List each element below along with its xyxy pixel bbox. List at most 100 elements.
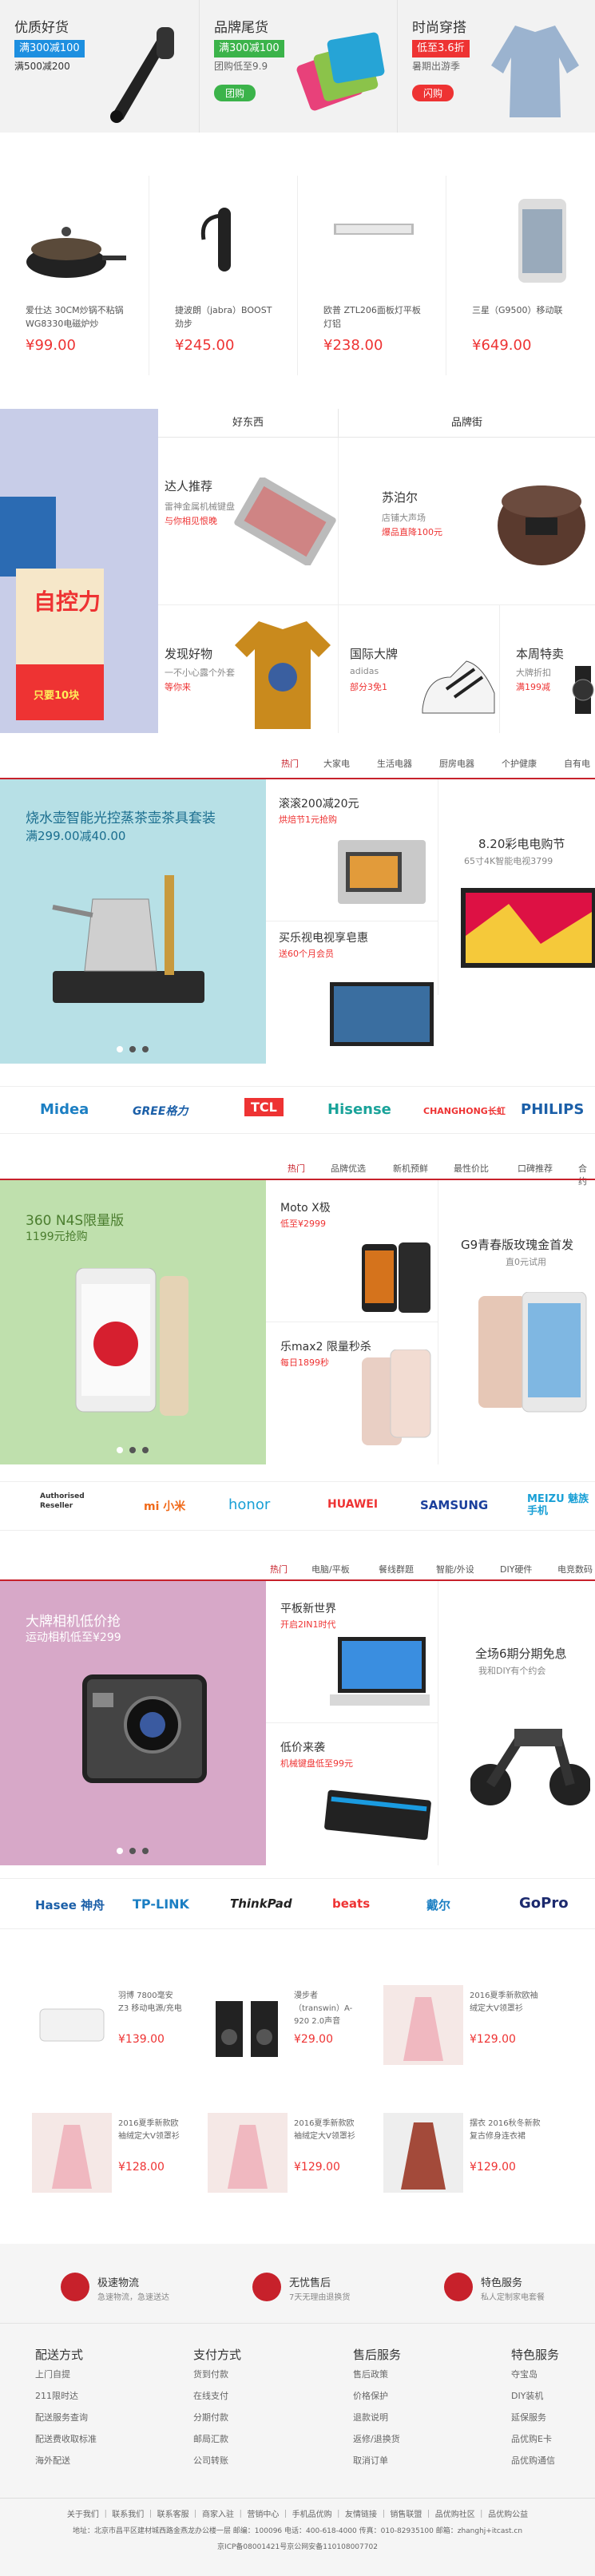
footer-link[interactable]: 价格保护	[353, 2385, 400, 2407]
tab[interactable]: 智能/外设	[436, 1563, 474, 1575]
tile-oven[interactable]: 滚滚200减20元 烘焙节1元抢购	[266, 779, 438, 921]
carousel-dots[interactable]	[117, 1447, 152, 1453]
grid-item[interactable]: 漫步者（transwin）A-920 2.0声音 ¥29.00	[208, 1985, 367, 2065]
carousel-dots[interactable]	[117, 1848, 152, 1854]
grid-item[interactable]: 2016夏季新款欧袖绒定大V领罩衫 ¥129.00	[383, 1985, 559, 2065]
brand-logo[interactable]: GoPro	[519, 1895, 569, 1912]
footer-col-heading: 特色服务	[511, 2348, 560, 2362]
footer-link[interactable]: 邮局汇款	[193, 2428, 228, 2450]
tile-intl-brand[interactable]: 国际大牌 adidas 部分3免1	[338, 605, 499, 733]
footer-link[interactable]: 取消订单	[353, 2450, 400, 2471]
footer-link[interactable]: DIY装机	[511, 2385, 555, 2407]
brand-logo[interactable]: honor	[228, 1496, 270, 1513]
promo-card-fashion[interactable]: 时尚穿搭 低至3.6折 暑期出游季 闪购	[398, 0, 595, 133]
tab[interactable]: 口碑推荐	[518, 1162, 553, 1175]
product-card[interactable]: 捷波朗（jabra）BOOST劲步 ¥245.00	[149, 176, 297, 375]
footer-link[interactable]: 夺宝岛	[511, 2364, 555, 2385]
tab[interactable]: 新机预鲜	[393, 1162, 428, 1175]
footer-link[interactable]: 货到付款	[193, 2364, 228, 2385]
product-name[interactable]: 捷波朗（jabra）BOOST劲步	[175, 303, 279, 331]
footer-link[interactable]: 211限时达	[35, 2385, 97, 2407]
tab[interactable]: 自有电	[564, 757, 590, 770]
tab[interactable]: 厨房电器	[439, 757, 474, 770]
brand-logo[interactable]: HUAWEI	[327, 1498, 378, 1511]
tab[interactable]: 最性价比	[454, 1162, 489, 1175]
product-name[interactable]: 欧普 ZTL206面板灯平板灯铝	[323, 303, 427, 331]
footer-links[interactable]: 关于我们 ｜ 联系我们 ｜ 联系客服 ｜ 商家入驻 ｜ 营销中心 ｜ 手机品优购…	[0, 2507, 595, 2519]
footer-link[interactable]: 分期付款	[193, 2407, 228, 2428]
grid-item[interactable]: 2016夏季新款欧袖绒定大V领罩衫 ¥128.00	[32, 2113, 192, 2193]
footer-link[interactable]: 返修/退换货	[353, 2428, 400, 2450]
brand-logo[interactable]: SAMSUNG	[420, 1498, 488, 1512]
tab[interactable]: 电脑/平板	[311, 1563, 350, 1575]
footer-link[interactable]: 在线支付	[193, 2385, 228, 2407]
grid-item[interactable]: 羽博 7800毫安 Z3 移动电源/充电 ¥139.00	[32, 1985, 192, 2065]
footer-link[interactable]: 上门自提	[35, 2364, 97, 2385]
tab[interactable]: DIY硬件	[500, 1563, 532, 1575]
brand-logo[interactable]: beats	[332, 1896, 370, 1911]
footer-link[interactable]: 品优购E卡	[511, 2428, 555, 2450]
tab-hot[interactable]: 热门	[270, 1563, 288, 1575]
brand-logo[interactable]: mi 小米	[144, 1498, 185, 1514]
carousel-dots[interactable]	[117, 1046, 152, 1052]
product-name[interactable]: 爱仕达 30CM炒锅不粘锅WG8330电磁炉炒	[26, 303, 129, 331]
phone-banner[interactable]: 360 N4S限量版 1199元抢购	[0, 1180, 266, 1464]
grid-item[interactable]: 摆衣 2016秋冬新款复古修身连衣裙 ¥129.00	[383, 2113, 559, 2193]
brand-logo[interactable]: CHANGHONG长虹	[423, 1104, 506, 1117]
tile-tablet[interactable]: 平板新世界 开启2IN1时代	[266, 1581, 438, 1723]
brand-logo[interactable]: TP-LINK	[133, 1896, 189, 1912]
brand-logo[interactable]: 戴尔	[426, 1896, 450, 1913]
product-card[interactable]: 欧普 ZTL206面板灯平板灯铝 ¥238.00	[297, 176, 446, 375]
tab[interactable]: 大家电	[323, 757, 350, 770]
tab[interactable]: 电竞数码	[557, 1563, 593, 1575]
footer-link[interactable]: 公司转账	[193, 2450, 228, 2471]
footer-link[interactable]: 售后政策	[353, 2364, 400, 2385]
brand-logo[interactable]: MEIZU 魅族手机	[527, 1493, 591, 1517]
tile-expert[interactable]: 达人推荐 雷神金属机械键盘 与你相见恨晚	[158, 438, 338, 605]
brand-logo[interactable]: TCL	[244, 1098, 284, 1116]
tile-g9[interactable]: G9青春版玫瑰金首发 直0元试用	[438, 1180, 595, 1464]
footer-link[interactable]: 品优购通信	[511, 2450, 555, 2471]
tile-supor[interactable]: 苏泊尔 店铺大声场 爆品直降100元	[338, 438, 595, 605]
promo-button[interactable]: 团购	[214, 85, 256, 101]
service-desc: 7天无理由退换货	[289, 2293, 351, 2302]
tile-moto[interactable]: Moto X极 低至¥2999	[266, 1180, 438, 1322]
tab-hot[interactable]: 热门	[281, 757, 299, 770]
tab[interactable]: 餐线群题	[379, 1563, 414, 1575]
tile-weekly-sale[interactable]: 本周特卖 大牌折扣 满199减	[499, 605, 595, 733]
promo-card-quality[interactable]: 优质好货 满300减100 满500减200	[0, 0, 200, 133]
product-name[interactable]: 三星（G9500）移动联	[472, 303, 576, 317]
promo-button[interactable]: 闪购	[412, 85, 454, 101]
footer-link[interactable]: 海外配送	[35, 2450, 97, 2471]
brand-logo[interactable]: Authorised Reseller	[40, 1492, 104, 1511]
footer-link[interactable]: 退款说明	[353, 2407, 400, 2428]
action-camera-image	[82, 1674, 207, 1783]
tab[interactable]: 生活电器	[377, 757, 412, 770]
brand-logo[interactable]: Hisense	[327, 1101, 391, 1118]
footer-link[interactable]: 延保服务	[511, 2407, 555, 2428]
tile-discover[interactable]: 发现好物 一不小心露个外套 等你来	[158, 605, 338, 733]
product-card[interactable]: 爱仕达 30CM炒锅不粘锅WG8330电磁炉炒 ¥99.00	[0, 176, 149, 375]
footer-link[interactable]: 配送服务查询	[35, 2407, 97, 2428]
tile-tv-festival[interactable]: 8.20彩电电购节 65寸4K智能电视3799	[438, 779, 595, 995]
grid-item[interactable]: 2016夏季新款欧袖绒定大V领罩衫 ¥129.00	[208, 2113, 367, 2193]
books-banner[interactable]: 自控力 只要10块	[0, 409, 158, 733]
tile-lemax2[interactable]: 乐max2 限量秒杀 每日1899秒	[266, 1322, 438, 1464]
brand-logo[interactable]: Hasee 神舟	[35, 1896, 105, 1913]
brand-logo[interactable]: PHILIPS	[521, 1101, 584, 1118]
brand-logo[interactable]: GREE格力	[133, 1103, 188, 1119]
tab[interactable]: 个护健康	[502, 757, 537, 770]
footer-link[interactable]: 配送费收取标准	[35, 2428, 97, 2450]
brand-logo[interactable]: Midea	[40, 1101, 89, 1118]
kettle-banner[interactable]: 烧水壶智能光控蒸茶壶茶具套装 满299.00减40.00	[0, 779, 266, 1064]
brand-logo[interactable]: ThinkPad	[230, 1896, 292, 1911]
tile-installment[interactable]: 全场6期分期免息 我和DIY有个约会	[438, 1581, 595, 1865]
promo-card-brand[interactable]: 品牌尾货 满300减100 团购低至9.9 团购	[200, 0, 398, 133]
tab-hot[interactable]: 热门	[288, 1162, 305, 1175]
product-card[interactable]: 三星（G9500）移动联 ¥649.00	[446, 176, 594, 375]
camera-banner[interactable]: 大牌相机低价抢 运动相机低至¥299	[0, 1581, 266, 1865]
tile-keyboard[interactable]: 低价来袭 机械键盘低至99元	[266, 1723, 438, 1865]
tile-letv[interactable]: 买乐视电视享皂惠 送60个月会员	[266, 921, 438, 1064]
tile-note: 等你来	[165, 682, 191, 692]
tab[interactable]: 品牌优选	[331, 1162, 366, 1175]
